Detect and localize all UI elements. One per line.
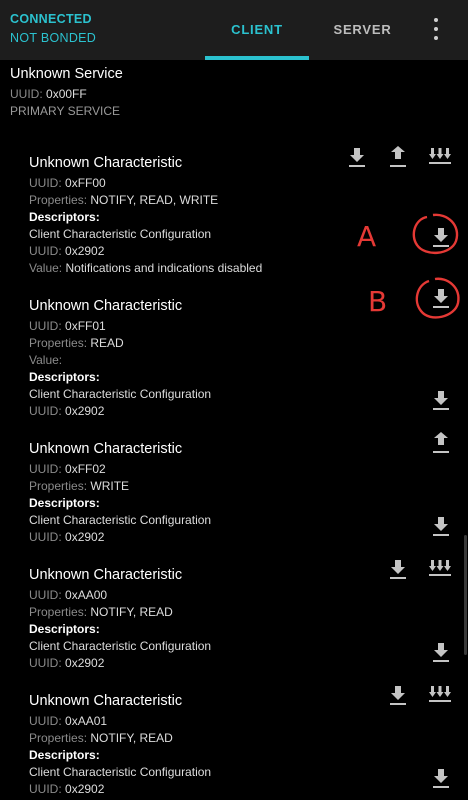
connection-status: CONNECTED bbox=[10, 12, 92, 26]
service-name: Unknown Service bbox=[10, 66, 123, 82]
upload-icon[interactable] bbox=[386, 146, 410, 168]
characteristic-name: Unknown Characteristic bbox=[29, 298, 183, 314]
descriptor-name: Client Characteristic Configuration bbox=[29, 227, 212, 241]
descriptor-uuid: UUID: 0x2902 bbox=[29, 530, 105, 544]
descriptor-uuid: UUID: 0x2902 bbox=[29, 782, 105, 796]
service-uuid: UUID: 0x00FF bbox=[10, 87, 87, 101]
characteristic-properties: Properties: NOTIFY, READ bbox=[29, 731, 173, 745]
multi-download-icon[interactable] bbox=[428, 684, 452, 706]
characteristic-value: Value: bbox=[29, 353, 63, 367]
download-icon[interactable] bbox=[429, 515, 453, 537]
characteristic-name: Unknown Characteristic bbox=[29, 567, 183, 583]
active-tab-indicator bbox=[205, 56, 309, 60]
descriptors-heading: Descriptors: bbox=[29, 748, 100, 762]
characteristic-uuid: UUID: 0xFF02 bbox=[29, 462, 106, 476]
characteristic-properties: Properties: NOTIFY, READ bbox=[29, 605, 173, 619]
scrollbar[interactable] bbox=[464, 535, 467, 655]
characteristic-properties: Properties: READ bbox=[29, 336, 124, 350]
characteristic-name: Unknown Characteristic bbox=[29, 155, 183, 171]
download-icon[interactable] bbox=[345, 146, 369, 168]
characteristic-uuid: UUID: 0xFF01 bbox=[29, 319, 106, 333]
download-icon[interactable] bbox=[429, 641, 453, 663]
descriptor-name: Client Characteristic Configuration bbox=[29, 765, 212, 779]
download-icon[interactable] bbox=[429, 389, 453, 411]
characteristic-properties: Properties: WRITE bbox=[29, 479, 130, 493]
descriptors-heading: Descriptors: bbox=[29, 622, 100, 636]
app-toolbar: CONNECTED NOT BONDED CLIENT SERVER bbox=[0, 0, 468, 60]
descriptor-name: Client Characteristic Configuration bbox=[29, 639, 212, 653]
descriptor-uuid: UUID: 0x2902 bbox=[29, 244, 105, 258]
characteristic-name: Unknown Characteristic bbox=[29, 441, 183, 457]
characteristic-properties: Properties: NOTIFY, READ, WRITE bbox=[29, 193, 219, 207]
descriptor-uuid: UUID: 0x2902 bbox=[29, 404, 105, 418]
bond-status: NOT BONDED bbox=[10, 31, 97, 45]
upload-icon[interactable] bbox=[429, 432, 453, 454]
multi-download-icon[interactable] bbox=[428, 146, 452, 168]
annotation-label-a: A bbox=[357, 220, 377, 253]
characteristic-name: Unknown Characteristic bbox=[29, 693, 183, 709]
download-icon[interactable] bbox=[429, 767, 453, 789]
characteristic-uuid: UUID: 0xFF00 bbox=[29, 176, 106, 190]
characteristic-uuid: UUID: 0xAA00 bbox=[29, 588, 108, 602]
descriptor-value: Value: Notifications and indications dis… bbox=[29, 261, 263, 275]
descriptors-heading: Descriptors: bbox=[29, 210, 100, 224]
descriptor-name: Client Characteristic Configuration bbox=[29, 387, 212, 401]
descriptors-heading: Descriptors: bbox=[29, 370, 100, 384]
characteristic-uuid: UUID: 0xAA01 bbox=[29, 714, 108, 728]
download-icon[interactable] bbox=[386, 684, 410, 706]
tab-server[interactable]: SERVER bbox=[315, 0, 410, 60]
download-icon[interactable] bbox=[386, 558, 410, 580]
descriptor-name: Client Characteristic Configuration bbox=[29, 513, 212, 527]
multi-download-icon[interactable] bbox=[428, 558, 452, 580]
tab-client[interactable]: CLIENT bbox=[205, 0, 309, 60]
descriptor-uuid: UUID: 0x2902 bbox=[29, 656, 105, 670]
more-vert-icon[interactable] bbox=[430, 16, 442, 42]
descriptors-heading: Descriptors: bbox=[29, 496, 100, 510]
annotation-label-b: B bbox=[368, 285, 388, 318]
service-type: PRIMARY SERVICE bbox=[10, 104, 121, 118]
